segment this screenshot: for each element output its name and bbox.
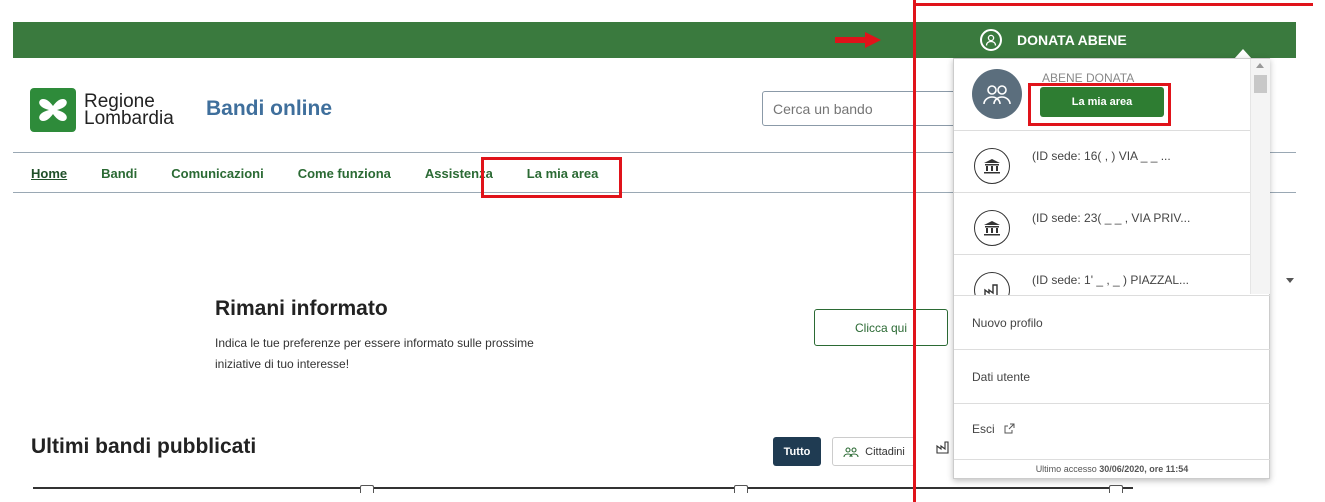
annotation-box-nav	[481, 157, 622, 198]
profile-avatar	[972, 69, 1022, 119]
logo-text: Regione Lombardia	[84, 92, 174, 129]
esci-link[interactable]: Esci	[954, 403, 1270, 459]
card-bookmark-icon[interactable]	[734, 485, 748, 493]
annotation-horizontal-line	[913, 3, 1313, 6]
logo-line-2: Lombardia	[84, 108, 174, 129]
filter-cittadini-button[interactable]: Cittadini	[832, 437, 916, 466]
profile-item[interactable]: (ID sede: 23( _ _ , VIA PRIV...	[954, 193, 1250, 255]
factory-icon[interactable]	[936, 440, 950, 457]
card-bookmark-icon[interactable]	[1109, 485, 1123, 493]
user-icon	[980, 29, 1002, 51]
nav-comunicazioni[interactable]: Comunicazioni	[171, 166, 263, 181]
annotation-vertical-line	[913, 0, 916, 502]
page: DONATA ABENE Regione Lombardia Bandi onl…	[0, 0, 1325, 502]
last-access: Ultimo accesso 30/06/2020, ore 11:54	[954, 459, 1270, 479]
logo-mark-icon	[30, 88, 76, 132]
external-link-icon	[1004, 423, 1015, 437]
nav-bandi[interactable]: Bandi	[101, 166, 137, 181]
filter-tutto-button[interactable]: Tutto	[773, 437, 821, 466]
cards-top-border	[33, 487, 1133, 489]
card-bookmark-icon[interactable]	[360, 485, 374, 493]
people-icon	[843, 446, 859, 458]
last-access-value: 30/06/2020, ore 11:54	[1099, 464, 1189, 474]
latest-bandi-title: Ultimi bandi pubblicati	[31, 435, 257, 458]
regione-lombardia-logo[interactable]: Regione Lombardia	[30, 88, 174, 132]
profile-item-label: (ID sede: 16( , ) VIA _ _ ...	[1032, 149, 1171, 163]
user-name: DONATA ABENE	[1017, 32, 1127, 48]
user-menu-toggle[interactable]: DONATA ABENE	[965, 22, 1127, 58]
building-icon	[974, 148, 1010, 184]
building-icon	[974, 210, 1010, 246]
last-access-prefix: Ultimo accesso	[1035, 464, 1097, 474]
profile-item-label: (ID sede: 1' _ , _ ) PIAZZAL...	[1032, 273, 1190, 287]
factory-icon	[974, 272, 1010, 295]
clicca-qui-button[interactable]: Clicca qui	[814, 309, 948, 346]
info-text: Indica le tue preferenze per essere info…	[215, 336, 534, 371]
dropdown-scrollbar[interactable]	[1250, 59, 1270, 294]
nav-home[interactable]: Home	[31, 166, 67, 181]
scroll-thumb[interactable]	[1254, 75, 1267, 93]
annotation-box-dropdown	[1028, 83, 1171, 126]
esci-label: Esci	[972, 422, 995, 436]
scroll-down-icon[interactable]	[1286, 278, 1294, 283]
profile-item[interactable]: (ID sede: 16( , ) VIA _ _ ...	[954, 131, 1250, 193]
info-title: Rimani informato	[215, 297, 388, 320]
nav-come-funziona[interactable]: Come funziona	[298, 166, 391, 181]
profile-item-label: (ID sede: 23( _ _ , VIA PRIV...	[1032, 211, 1191, 225]
search-input[interactable]	[762, 91, 962, 126]
site-title[interactable]: Bandi online	[206, 97, 332, 121]
scroll-up-icon[interactable]	[1256, 63, 1264, 68]
filter-cittadini-label: Cittadini	[865, 445, 905, 458]
dati-utente-link[interactable]: Dati utente	[954, 349, 1270, 403]
annotation-arrow-icon	[835, 32, 881, 48]
profile-item[interactable]: (ID sede: 1' _ , _ ) PIAZZAL...	[954, 255, 1250, 295]
nuovo-profilo-link[interactable]: Nuovo profilo	[954, 295, 1270, 349]
